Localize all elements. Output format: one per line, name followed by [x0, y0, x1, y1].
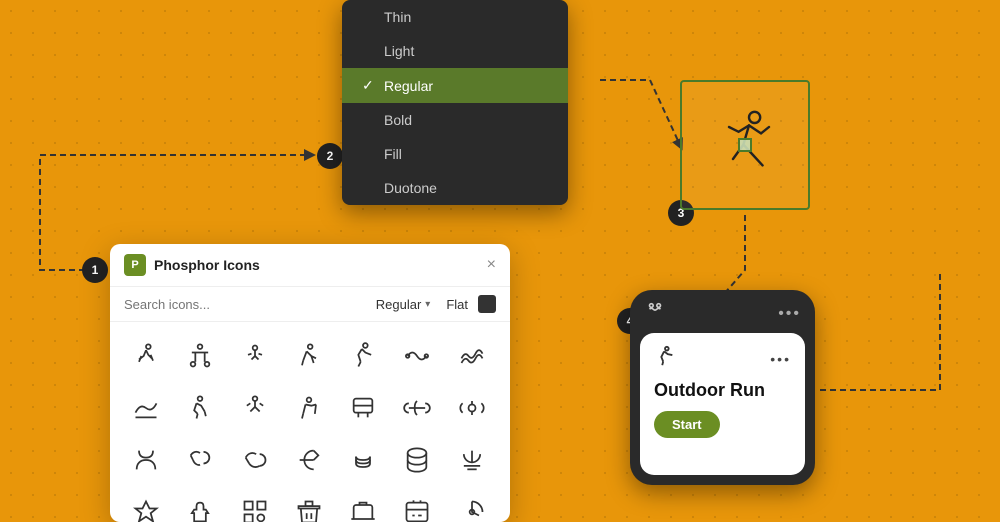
dropdown-item-bold[interactable]: Bold [342, 103, 568, 137]
list-item[interactable] [176, 332, 224, 380]
phone-top-bar: ••• [630, 290, 815, 333]
list-item[interactable] [231, 436, 279, 484]
list-item[interactable] [448, 436, 496, 484]
phosphor-logo: P [124, 254, 146, 276]
dropdown-item-light[interactable]: Light [342, 34, 568, 68]
dropdown-item-fill[interactable]: Fill [342, 137, 568, 171]
phone-card-content: ••• Outdoor Run Start [640, 333, 805, 475]
icon-panel-header: P Phosphor Icons × [110, 244, 510, 287]
list-item[interactable] [393, 332, 441, 380]
list-item[interactable] [176, 384, 224, 432]
list-item[interactable] [231, 332, 279, 380]
list-item[interactable] [339, 488, 387, 522]
list-item[interactable] [393, 436, 441, 484]
start-button[interactable]: Start [654, 411, 720, 438]
list-item[interactable] [448, 384, 496, 432]
list-item[interactable] [122, 384, 170, 432]
dropdown-item-thin[interactable]: Thin [342, 0, 568, 34]
phone-run-icon [654, 345, 676, 372]
icon-panel-title: P Phosphor Icons [124, 254, 260, 276]
list-item[interactable] [285, 384, 333, 432]
list-item[interactable] [122, 436, 170, 484]
phone-activity-icon [644, 300, 666, 327]
list-item[interactable] [176, 436, 224, 484]
icon-grid [110, 322, 510, 522]
list-item[interactable] [285, 488, 333, 522]
list-item[interactable] [448, 332, 496, 380]
search-input[interactable] [124, 297, 366, 312]
flat-color-swatch[interactable] [478, 295, 496, 313]
list-item[interactable] [339, 436, 387, 484]
list-item[interactable] [393, 384, 441, 432]
step-2-circle: 2 [317, 143, 343, 169]
list-item[interactable] [339, 332, 387, 380]
icon-panel-search-bar: Regular ▾ Flat [110, 287, 510, 322]
list-item[interactable] [231, 488, 279, 522]
icon-preview-box [680, 80, 810, 210]
phone-card-menu[interactable]: ••• [770, 351, 791, 367]
list-item[interactable] [285, 436, 333, 484]
list-item[interactable] [122, 488, 170, 522]
style-dropdown: Thin Light ✓ Regular Bold Fill Duotone [342, 0, 568, 205]
dropdown-item-regular[interactable]: ✓ Regular [342, 68, 568, 103]
preview-run-icon [705, 103, 785, 188]
dropdown-item-duotone[interactable]: Duotone [342, 171, 568, 205]
list-item[interactable] [339, 384, 387, 432]
list-item[interactable] [393, 488, 441, 522]
phone-menu-dots[interactable]: ••• [778, 305, 801, 323]
style-selector[interactable]: Regular ▾ [376, 297, 431, 312]
chevron-down-icon: ▾ [425, 299, 430, 310]
list-item[interactable] [176, 488, 224, 522]
list-item[interactable] [231, 384, 279, 432]
phone-workout-title: Outdoor Run [654, 380, 791, 401]
flat-label: Flat [446, 297, 468, 312]
phone-content-header: ••• [654, 345, 791, 372]
step-1-circle: 1 [82, 257, 108, 283]
list-item[interactable] [122, 332, 170, 380]
phone-mockup: ••• ••• Outdoor Run Start [630, 290, 815, 485]
icon-panel: P Phosphor Icons × Regular ▾ Flat [110, 244, 510, 522]
close-button[interactable]: × [487, 257, 496, 273]
list-item[interactable] [285, 332, 333, 380]
list-item[interactable] [448, 488, 496, 522]
